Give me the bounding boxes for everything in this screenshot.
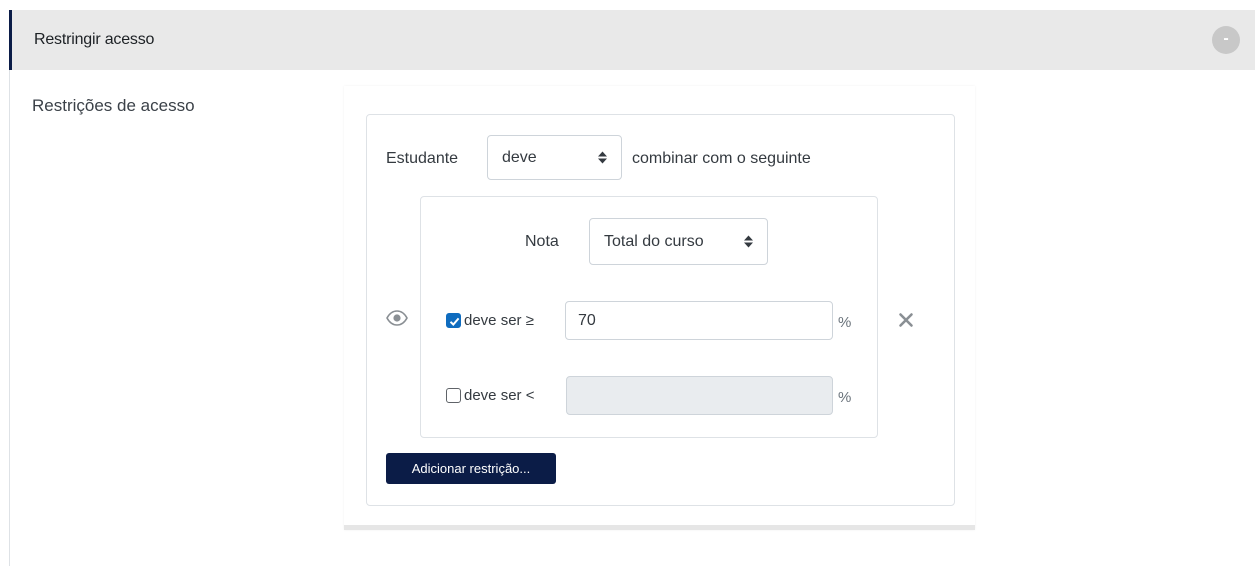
max-grade-input[interactable] <box>566 376 833 415</box>
max-grade-checkbox[interactable] <box>446 388 461 403</box>
restriction-suffix: combinar com o seguinte <box>632 150 811 167</box>
min-grade-checkbox[interactable] <box>446 313 461 328</box>
min-grade-label: deve ser ≥ <box>464 312 534 329</box>
condition-type-label: Nota <box>525 233 559 250</box>
min-grade-value: 70 <box>578 311 596 329</box>
match-type-value: deve <box>502 148 537 166</box>
section-title: Restringir acesso <box>34 31 155 48</box>
section-header-restringir-acesso[interactable]: Restringir acesso - <box>9 10 1255 70</box>
sort-caret-icon <box>744 235 753 248</box>
grade-item-value: Total do curso <box>604 232 704 250</box>
collapse-button[interactable]: - <box>1212 26 1240 54</box>
max-grade-unit: % <box>838 389 852 406</box>
sort-caret-icon <box>598 151 607 164</box>
restriction-prefix: Estudante <box>386 150 459 167</box>
add-restriction-button[interactable]: Adicionar restrição... <box>386 453 556 484</box>
min-grade-input[interactable]: 70 <box>565 301 833 340</box>
eye-icon[interactable] <box>386 310 408 331</box>
field-label-restricoes: Restrições de acesso <box>32 96 195 115</box>
close-icon[interactable] <box>898 312 914 333</box>
min-grade-unit: % <box>838 314 852 331</box>
match-type-select[interactable]: deve <box>487 135 622 180</box>
max-grade-label: deve ser < <box>464 387 535 404</box>
left-border <box>9 10 10 566</box>
grade-item-select[interactable]: Total do curso <box>589 218 768 265</box>
